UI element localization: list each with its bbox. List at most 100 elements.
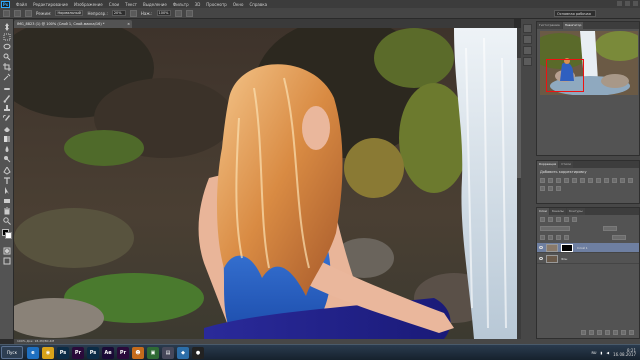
photo-filter-icon[interactable] [604,178,609,183]
crop-tool-icon[interactable] [3,63,11,71]
taskbar-app-button[interactable]: ◆ [177,347,189,359]
menu-image[interactable]: Изображение [74,2,103,7]
layer-row[interactable]: Слой 1 [537,243,639,253]
pressure-opacity-icon[interactable] [129,9,137,17]
curves-icon[interactable] [556,178,561,183]
clock[interactable]: 8:21 16.08.2017 [613,349,636,357]
taskbar-app-button[interactable]: ☻ [132,347,144,359]
vibrance-icon[interactable] [572,178,577,183]
taskbar-app-button[interactable]: ▤ [162,347,174,359]
brightness-icon[interactable] [540,178,545,183]
layer-fill-field[interactable] [612,235,626,240]
rectangle-tool-icon[interactable] [3,197,11,205]
color-balance-icon[interactable] [588,178,593,183]
volume-icon[interactable]: ◀ [606,351,609,355]
menu-file[interactable]: Файл [16,2,27,7]
menu-window[interactable]: Окно [233,2,244,7]
filter-kind-icon[interactable] [540,217,545,222]
quick-mask-icon[interactable] [3,247,11,255]
taskbar-app-button[interactable]: ◉ [42,347,54,359]
pen-tool-icon[interactable] [3,166,11,175]
menu-view[interactable]: Просмотр [206,2,227,7]
brush-preset-icon[interactable] [3,9,10,17]
history-panel-icon[interactable] [523,24,532,33]
healing-brush-tool-icon[interactable] [3,85,11,93]
layer-row[interactable]: Фон [537,254,639,264]
add-mask-icon[interactable] [597,330,602,335]
menu-help[interactable]: Справка [249,2,267,7]
posterize-icon[interactable] [540,186,545,191]
move-tool-icon[interactable] [3,23,11,31]
navigator-thumbnail[interactable] [540,31,638,95]
tab-paths[interactable]: Контуры [566,208,585,215]
blend-mode-select[interactable] [540,226,570,231]
delete-layer-icon[interactable] [629,330,634,335]
tab-styles[interactable]: Стили [559,161,573,168]
filter-pixel-icon[interactable] [548,217,553,222]
layer-opacity-field[interactable] [603,226,617,231]
eraser-tool-icon[interactable] [3,125,11,133]
tab-navigator[interactable]: Навигатор [562,22,584,29]
black-white-icon[interactable] [596,178,601,183]
link-layers-icon[interactable] [581,330,586,335]
channel-mixer-icon[interactable] [612,178,617,183]
dodge-tool-icon[interactable] [3,155,11,163]
lock-all-icon[interactable] [564,235,569,240]
invert-icon[interactable] [628,178,633,183]
clone-stamp-tool-icon[interactable] [3,105,11,113]
tab-histogram[interactable]: Гистограмма [537,22,562,29]
history-brush-tool-icon[interactable] [2,114,11,123]
taskbar-app-button[interactable]: e [27,347,39,359]
hue-saturation-icon[interactable] [580,178,585,183]
quick-selection-tool-icon[interactable] [3,53,11,61]
taskbar-app-button[interactable]: Ps [57,347,69,359]
path-selection-tool-icon[interactable] [3,187,11,195]
taskbar-app-button[interactable]: Pr [117,347,129,359]
close-icon[interactable] [633,1,638,6]
levels-icon[interactable] [548,178,553,183]
lasso-tool-icon[interactable] [3,43,11,51]
marquee-tool-icon[interactable] [3,33,11,41]
tab-adjustments[interactable]: Коррекция [537,161,559,168]
airbrush-icon[interactable] [174,9,182,17]
maximize-icon[interactable] [625,1,630,6]
brush-tool-icon[interactable] [3,95,11,103]
taskbar-app-button[interactable]: Ae [102,347,114,359]
exposure-icon[interactable] [564,178,569,183]
zoom-tool-icon[interactable] [3,217,11,225]
color-lookup-icon[interactable] [620,178,625,183]
visibility-eye-icon[interactable] [539,257,543,260]
info-panel-icon[interactable] [523,46,532,55]
eyedropper-tool-icon[interactable] [3,73,11,81]
taskbar-app-button[interactable]: Ps [87,347,99,359]
filter-shape-icon[interactable] [572,217,577,222]
tab-layers[interactable]: Слои [537,208,549,215]
tab-channels[interactable]: Каналы [549,208,566,215]
taskbar-app-button[interactable]: ● [192,347,204,359]
visibility-eye-icon[interactable] [539,246,543,249]
hand-tool-icon[interactable] [3,207,11,215]
filter-type-icon[interactable] [564,217,569,222]
navigator-view-box[interactable] [546,59,584,92]
lock-pixels-icon[interactable] [548,235,553,240]
start-button[interactable]: Пуск [1,346,23,359]
layer-style-icon[interactable] [589,330,594,335]
screen-mode-icon[interactable] [3,257,11,265]
menu-layers[interactable]: Слои [109,2,119,7]
menu-3d[interactable]: 3D [195,2,201,7]
threshold-icon[interactable] [548,186,553,191]
mode-select[interactable]: Нормальный [55,10,84,16]
brush-panel-icon[interactable] [25,9,32,17]
new-layer-icon[interactable] [621,330,626,335]
blur-tool-icon[interactable] [3,145,11,153]
document-tab[interactable]: IMG_8823 (1) @ 100% (Слой 1, Слой-маска/… [14,20,132,28]
language-indicator[interactable]: RU [591,351,596,355]
filter-adjustment-icon[interactable] [556,217,561,222]
lock-position-icon[interactable] [556,235,561,240]
menu-select[interactable]: Выделение [143,2,167,7]
opacity-field[interactable]: 20% [111,10,126,16]
document-canvas[interactable] [14,28,517,339]
close-tab-icon[interactable]: × [127,20,130,28]
gradient-tool-icon[interactable] [3,135,11,143]
gradient-map-icon[interactable] [556,186,561,191]
